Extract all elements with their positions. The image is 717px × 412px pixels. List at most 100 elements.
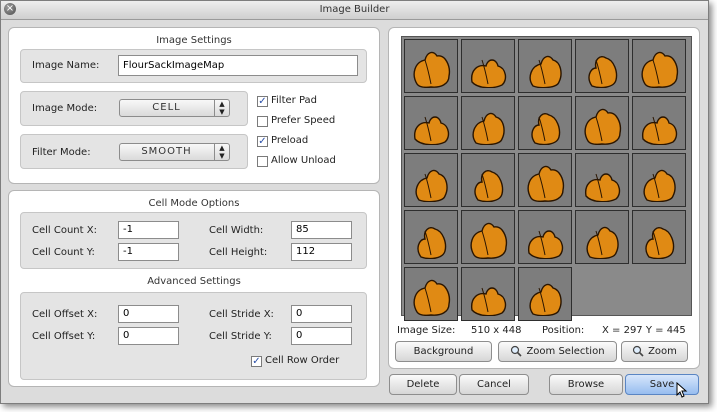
sprite-cell[interactable] [632, 210, 686, 264]
image-settings-panel: Image Settings Image Name: FlourSackImag… [8, 27, 380, 184]
image-mode-value: CELL [152, 102, 181, 113]
save-label: Save [649, 379, 675, 390]
position-value: X = 297 Y = 445 [602, 325, 686, 336]
mouse-cursor-icon [676, 382, 688, 398]
image-name-input[interactable]: FlourSackImageMap [118, 55, 358, 76]
sprite-cell[interactable] [575, 39, 629, 93]
cancel-button[interactable]: Cancel [459, 374, 529, 395]
sprite-preview[interactable] [401, 36, 692, 321]
allow-unload-checkbox[interactable] [257, 156, 268, 167]
checkmark-icon: ✓ [252, 356, 261, 367]
sprite-cell[interactable] [404, 96, 458, 150]
cell-height-label: Cell Height: [209, 247, 268, 258]
flour-sack-sprite [529, 55, 562, 88]
flour-sack-sprite [588, 56, 618, 88]
zoom-button[interactable]: Zoom [621, 341, 688, 362]
flour-sack-sprite [645, 227, 675, 259]
sprite-cell[interactable] [575, 210, 629, 264]
title-bar[interactable]: × Image Builder [1, 1, 708, 20]
cell-height-input[interactable]: 112 [291, 243, 352, 261]
image-mode-select[interactable]: CELL ▲ ▼ [119, 99, 230, 117]
flour-sack-sprite [413, 51, 451, 88]
sprite-cell[interactable] [461, 267, 515, 321]
sprite-cell[interactable] [632, 153, 686, 207]
image-size-label: Image Size: [397, 325, 456, 336]
cancel-label: Cancel [477, 379, 511, 390]
sprite-cell[interactable] [461, 153, 515, 207]
magnifier-icon [511, 345, 523, 357]
flour-sack-sprite [417, 227, 447, 259]
sprite-cell[interactable] [518, 210, 572, 264]
flour-sack-sprite [474, 170, 504, 202]
delete-label: Delete [406, 379, 440, 390]
filter-mode-label: Filter Mode: [32, 147, 91, 158]
delete-button[interactable]: Delete [389, 374, 457, 395]
image-name-label: Image Name: [32, 60, 100, 71]
sprite-cell[interactable] [575, 96, 629, 150]
cell-stride-x-input[interactable]: 0 [291, 305, 352, 323]
prefer-speed-checkbox[interactable] [257, 116, 268, 127]
cell-width-input[interactable]: 85 [291, 221, 352, 239]
flour-sack-sprite [413, 279, 451, 316]
flour-sack-sprite [641, 51, 679, 88]
cell-offset-y-input[interactable]: 0 [118, 327, 179, 345]
flour-sack-sprite [584, 108, 622, 145]
sprite-cell[interactable] [518, 96, 572, 150]
background-button[interactable]: Background [395, 341, 492, 362]
filter-mode-group: Filter Mode: SMOOTH ▲ ▼ [20, 134, 248, 169]
cell-mode-panel: Cell Mode Options Cell Count X: -1 Cell … [8, 190, 380, 387]
cell-width-label: Cell Width: [209, 225, 264, 236]
sprite-cell[interactable] [404, 210, 458, 264]
flour-sack-sprite [472, 112, 505, 145]
sprite-cell[interactable] [404, 267, 458, 321]
browse-label: Browse [567, 379, 605, 390]
cell-row-order-label: Cell Row Order [265, 355, 340, 366]
flour-sack-sprite [643, 169, 676, 202]
flour-sack-sprite [585, 173, 621, 202]
allow-unload-label: Allow Unload [271, 155, 336, 166]
cell-stride-y-label: Cell Stride Y: [209, 331, 272, 342]
background-button-label: Background [413, 346, 474, 357]
sprite-cell[interactable] [575, 153, 629, 207]
flour-sack-sprite [528, 230, 564, 259]
image-mode-group: Image Mode: CELL ▲ ▼ [20, 91, 248, 126]
position-label: Position: [542, 325, 585, 336]
cell-mode-group: Cell Count X: -1 Cell Width: 85 Cell Cou… [20, 212, 367, 269]
sprite-cell[interactable] [461, 210, 515, 264]
cell-count-y-input[interactable]: -1 [118, 243, 179, 261]
sprite-cell[interactable] [632, 96, 686, 150]
zoom-selection-label: Zoom Selection [526, 346, 605, 357]
cell-stride-x-label: Cell Stride X: [209, 309, 274, 320]
filter-mode-select[interactable]: SMOOTH ▲ ▼ [119, 143, 230, 161]
filter-pad-checkbox[interactable]: ✓ [257, 96, 268, 107]
image-mode-label: Image Mode: [32, 103, 98, 114]
sprite-cell[interactable] [518, 267, 572, 321]
flour-sack-sprite [471, 59, 507, 88]
cell-row-order-checkbox[interactable]: ✓ [251, 356, 262, 367]
sprite-cell[interactable] [461, 39, 515, 93]
flour-sack-sprite [642, 116, 678, 145]
filter-pad-label: Filter Pad [271, 95, 318, 106]
sprite-cell[interactable] [518, 39, 572, 93]
image-builder-window: × Image Builder Image Settings Image Nam… [0, 0, 709, 404]
cell-count-x-input[interactable]: -1 [118, 221, 179, 239]
flour-sack-sprite [471, 287, 507, 316]
sprite-cell[interactable] [404, 39, 458, 93]
sprite-cell[interactable] [461, 96, 515, 150]
browse-button[interactable]: Browse [549, 374, 623, 395]
sprite-cell[interactable] [404, 153, 458, 207]
flour-sack-sprite [470, 222, 508, 259]
cell-mode-title: Cell Mode Options [148, 198, 240, 209]
sprite-cell[interactable] [632, 39, 686, 93]
preload-checkbox[interactable]: ✓ [257, 136, 268, 147]
filter-mode-value: SMOOTH [141, 146, 192, 157]
flour-sack-sprite [529, 283, 562, 316]
cell-stride-y-input[interactable]: 0 [291, 327, 352, 345]
checkmark-icon: ✓ [258, 136, 267, 147]
preload-label: Preload [271, 135, 309, 146]
advanced-settings-group: Cell Offset X: 0 Cell Stride X: 0 Cell O… [20, 292, 367, 380]
flour-sack-sprite [586, 226, 619, 259]
sprite-cell[interactable] [518, 153, 572, 207]
zoom-selection-button[interactable]: Zoom Selection [498, 341, 617, 362]
cell-offset-x-input[interactable]: 0 [118, 305, 179, 323]
